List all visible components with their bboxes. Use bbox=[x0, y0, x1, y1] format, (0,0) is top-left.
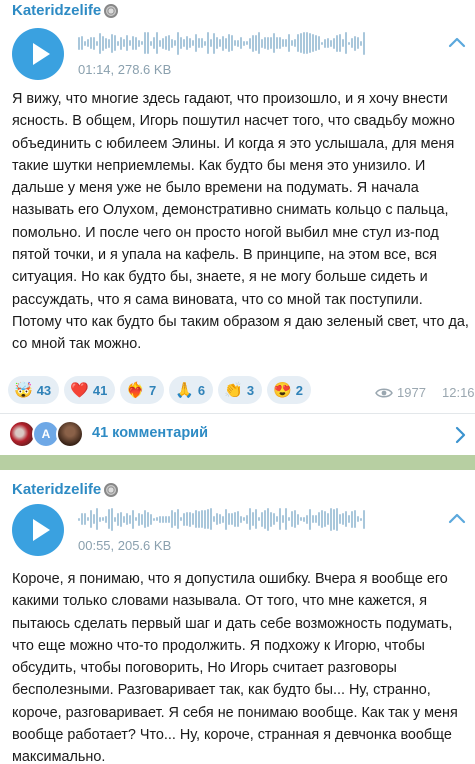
exploding-head-icon: 🤯 bbox=[14, 381, 33, 399]
reaction-exploding-head[interactable]: 🤯 43 bbox=[8, 376, 60, 404]
waveform[interactable] bbox=[78, 506, 365, 532]
clapping-hands-icon: 👏 bbox=[224, 381, 243, 399]
view-count: 1977 bbox=[375, 385, 426, 400]
post-time: 12:16 bbox=[442, 385, 475, 400]
reaction-folded-hands[interactable]: 🙏 6 bbox=[169, 376, 214, 404]
chevron-up-icon[interactable] bbox=[446, 508, 468, 530]
waveform[interactable] bbox=[78, 30, 365, 56]
channel-name[interactable]: Kateridzelife bbox=[12, 2, 119, 19]
reaction-count: 43 bbox=[36, 382, 52, 398]
reaction-heart-on-fire[interactable]: ❤️‍🔥 7 bbox=[120, 376, 165, 404]
reaction-count: 7 bbox=[149, 382, 157, 398]
voice-message: 00:55, 205.6 KB bbox=[12, 500, 472, 562]
chat-background bbox=[0, 455, 475, 470]
channel-badge-icon bbox=[104, 482, 119, 497]
play-button[interactable] bbox=[12, 28, 64, 80]
reaction-count: 41 bbox=[92, 382, 108, 398]
voice-duration-size: 01:14, 278.6 KB bbox=[78, 62, 172, 77]
heart-eyes-icon: 😍 bbox=[273, 381, 292, 399]
avatar bbox=[56, 420, 84, 448]
channel-post: Kateridzelife 00:55, 205.6 KB Короче, я … bbox=[0, 470, 475, 764]
transcription-text: Я вижу, что многие здесь гадают, что про… bbox=[12, 91, 469, 353]
channel-name-label: Kateridzelife bbox=[12, 481, 102, 498]
voice-message: 01:14, 278.6 KB bbox=[12, 24, 472, 86]
voice-duration-size: 00:55, 205.6 KB bbox=[78, 538, 172, 553]
reaction-heart-eyes[interactable]: 😍 2 bbox=[267, 376, 311, 404]
transcription-text: Короче, я понимаю, что я допустила ошибк… bbox=[12, 571, 458, 764]
folded-hands-icon: 🙏 bbox=[175, 381, 194, 399]
reaction-count: 3 bbox=[246, 382, 255, 398]
channel-name-label: Kateridzelife bbox=[12, 2, 102, 19]
reaction-heart[interactable]: ❤️ 41 bbox=[64, 376, 116, 404]
reaction-count: 2 bbox=[295, 382, 303, 398]
channel-name[interactable]: Kateridzelife bbox=[12, 481, 119, 498]
chevron-up-icon[interactable] bbox=[446, 32, 468, 54]
reactions-bar: 🤯 43 ❤️ 41 ❤️‍🔥 7 🙏 6 👏 3 😍 2 bbox=[8, 376, 311, 404]
play-button[interactable] bbox=[12, 504, 64, 556]
reaction-count: 6 bbox=[197, 382, 206, 398]
comments-button[interactable]: A 41 комментарий bbox=[0, 414, 475, 455]
heart-icon: ❤️ bbox=[70, 381, 89, 399]
view-count-value: 1977 bbox=[397, 385, 426, 400]
comments-label: 41 комментарий bbox=[92, 425, 209, 441]
commenter-avatars: A bbox=[8, 420, 88, 448]
chevron-right-icon bbox=[455, 426, 466, 444]
channel-badge-icon bbox=[104, 3, 119, 18]
channel-post: Kateridzelife 01:14, 278.6 KB Я вижу, чт… bbox=[0, 0, 475, 455]
reaction-clapping[interactable]: 👏 3 bbox=[218, 376, 263, 404]
heart-on-fire-icon: ❤️‍🔥 bbox=[126, 381, 145, 399]
eye-icon bbox=[375, 388, 393, 397]
